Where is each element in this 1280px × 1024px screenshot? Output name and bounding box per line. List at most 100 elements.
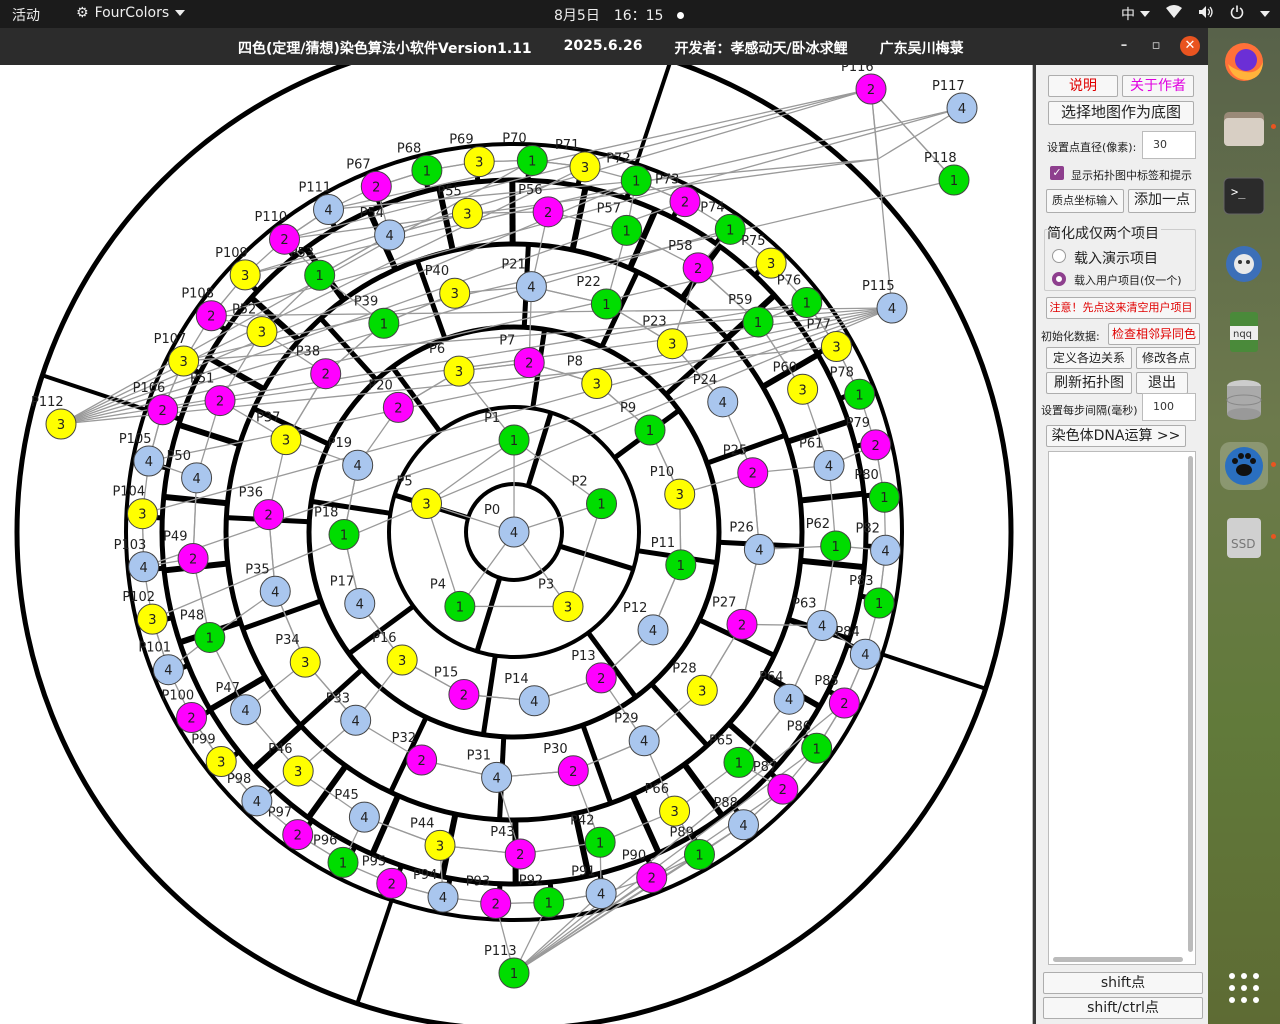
show-labels-checkbox[interactable]: ✓ (1050, 166, 1064, 180)
graph-node[interactable]: 2P27 (712, 595, 758, 640)
add-point-button[interactable]: 添加一点 (1128, 189, 1196, 213)
graph-node[interactable]: 1P62 (806, 517, 852, 562)
graph-nodes[interactable]: 4P01P11P23P31P43P53P62P73P81P93P101P114P… (31, 65, 978, 989)
diameter-input[interactable]: 30 (1142, 131, 1196, 159)
graph-node[interactable]: 1P48 (180, 608, 226, 653)
graph-node[interactable]: 2P43 (490, 825, 536, 870)
help-button[interactable]: 说明 (1048, 75, 1118, 97)
graph-node[interactable]: 3P16 (372, 631, 418, 676)
fourcolors-launcher[interactable] (1220, 442, 1276, 490)
graph-node[interactable]: 4P14 (504, 672, 550, 717)
maximize-button[interactable]: ▫ (1146, 36, 1166, 56)
activities-button[interactable]: 活动 (12, 5, 40, 25)
graph-node[interactable]: 3P28 (672, 661, 718, 706)
user-project-radio[interactable] (1052, 272, 1066, 286)
graph-node[interactable]: 1P68 (397, 141, 443, 186)
firefox-launcher[interactable] (1220, 38, 1268, 86)
graph-node[interactable]: 4P19 (328, 436, 374, 481)
demo-project-radio[interactable] (1052, 249, 1066, 263)
graph-node[interactable]: 3 P6 (429, 342, 475, 387)
graph-node[interactable]: 1 P1 (484, 411, 530, 456)
graph-node[interactable]: 3P34 (275, 633, 321, 678)
graph-node[interactable]: 1 P2 (572, 475, 618, 520)
files-launcher[interactable] (1220, 104, 1276, 152)
exit-button[interactable]: 退出 (1136, 372, 1188, 394)
graph-node[interactable]: 4P24 (693, 373, 739, 418)
graph-node[interactable]: 4P29 (614, 712, 660, 757)
map-canvas[interactable]: 4 P0 1 P1 1 P2 3 P3 1 P4 3 P5 3 P6 2 P7 3 P8 1 P9 3 P10 1 P11 4 P… (0, 65, 1033, 1024)
graph-node[interactable]: 3P66 (645, 782, 691, 827)
graph-node[interactable]: 2 P7 (499, 334, 545, 379)
graph-node[interactable]: 4P64 (759, 670, 805, 715)
graph-node[interactable]: 3P60 (773, 360, 819, 405)
about-author-button[interactable]: 关于作者 (1122, 75, 1194, 97)
modify-points-button[interactable]: 修改各点 (1136, 347, 1196, 369)
graph-node[interactable]: 1P89 (669, 825, 715, 870)
graph-node[interactable]: 4 P105 (119, 432, 165, 477)
graph-node[interactable]: 2P38 (296, 345, 342, 390)
system-tray[interactable]: 中 (1121, 4, 1270, 24)
graph-node[interactable]: 1P18 (314, 506, 360, 551)
graph-node[interactable]: 1 P9 (620, 401, 666, 446)
graph-node[interactable]: 2P97 (268, 806, 314, 851)
graph-node[interactable]: 3 P112 (31, 395, 77, 440)
graph-node[interactable]: 2P25 (723, 444, 769, 489)
graph-node[interactable]: 1P22 (576, 275, 622, 320)
graph-node[interactable]: 2P58 (668, 239, 714, 284)
graph-node[interactable]: 2 P106 (133, 381, 179, 426)
app-menu[interactable]: ⚙ FourColors (76, 5, 186, 21)
topology-graph[interactable]: 4P01P11P23P31P43P53P62P73P81P93P101P114P… (0, 65, 1033, 1024)
graph-node[interactable]: 2P56 (518, 183, 564, 228)
graph-node[interactable]: 4P61 (799, 437, 845, 482)
graph-node[interactable]: 1P53 (290, 246, 336, 291)
graph-node[interactable]: 2P32 (392, 731, 438, 776)
database-launcher[interactable] (1220, 376, 1268, 424)
graph-node[interactable]: 1P57 (597, 201, 643, 246)
minimize-button[interactable]: – (1114, 36, 1134, 56)
graph-node[interactable]: 3 P109 (215, 246, 261, 291)
graph-node[interactable]: 4P33 (326, 691, 372, 736)
graph-node[interactable]: 4P35 (245, 562, 291, 607)
clock[interactable]: 8月5日 16：15 (554, 5, 685, 25)
graph-node[interactable]: 2P36 (239, 486, 285, 531)
terminal-launcher[interactable]: >_ (1220, 172, 1268, 220)
graph-node[interactable]: 3 P104 (112, 485, 158, 530)
close-button[interactable]: ✕ (1180, 36, 1200, 56)
check-adjacent-button[interactable]: 检查相邻异同色 (1108, 323, 1200, 345)
shift-ctrl-point-button[interactable]: shift/ctrl点 (1043, 997, 1203, 1019)
graph-node[interactable]: 4 P103 (114, 538, 160, 583)
shift-point-button[interactable]: shift点 (1043, 972, 1203, 994)
graph-node[interactable]: 4P45 (334, 788, 380, 833)
graph-node[interactable]: 4P12 (623, 601, 669, 646)
graph-node[interactable]: 1P86 (787, 719, 833, 764)
interval-input[interactable]: 100 (1142, 393, 1196, 421)
graph-node[interactable]: 3P37 (256, 411, 302, 456)
graph-node[interactable]: 3 P3 (538, 577, 584, 622)
graph-node[interactable]: 1P42 (570, 813, 616, 858)
input-method-indicator[interactable]: 中 (1121, 4, 1150, 24)
graph-node[interactable]: 1P76 (777, 274, 823, 319)
show-apps-button[interactable] (1220, 964, 1268, 1012)
graph-node[interactable]: 2P93 (466, 875, 512, 920)
graph-node[interactable]: 4P17 (330, 574, 376, 619)
log-list[interactable] (1048, 451, 1196, 965)
graph-node[interactable]: 4 P117 (932, 79, 978, 124)
graph-node[interactable]: 4P50 (167, 449, 213, 494)
clear-user-project-button[interactable]: 注意！先点这来清空用户项目 (1046, 297, 1196, 319)
graph-node[interactable]: 4 P101 (138, 641, 184, 686)
nqq-launcher[interactable]: nqq (1220, 308, 1268, 356)
refresh-topology-button[interactable]: 刷新拓扑图 (1046, 372, 1132, 394)
graph-node[interactable]: 4P94 (413, 868, 459, 913)
graph-node[interactable]: 4P21 (501, 258, 547, 303)
graph-node[interactable]: 2P30 (543, 742, 589, 787)
graph-node[interactable]: 2P15 (434, 665, 480, 710)
window-title-bar[interactable]: 四色(定理/猜想)染色算法小软件Version1.11 2025.6.26 开发… (0, 28, 1208, 65)
graph-node[interactable]: 2P90 (622, 849, 668, 894)
vertical-scrollbar[interactable] (1188, 456, 1193, 952)
graph-node[interactable]: 3P10 (650, 465, 696, 510)
graph-node[interactable]: 1P39 (354, 294, 400, 339)
ssd-drive-launcher[interactable]: SSD (1220, 514, 1276, 562)
graph-node[interactable]: 1P96 (313, 833, 359, 878)
graph-node[interactable]: 1 P118 (924, 151, 970, 196)
graph-node[interactable]: 4P63 (792, 597, 838, 642)
